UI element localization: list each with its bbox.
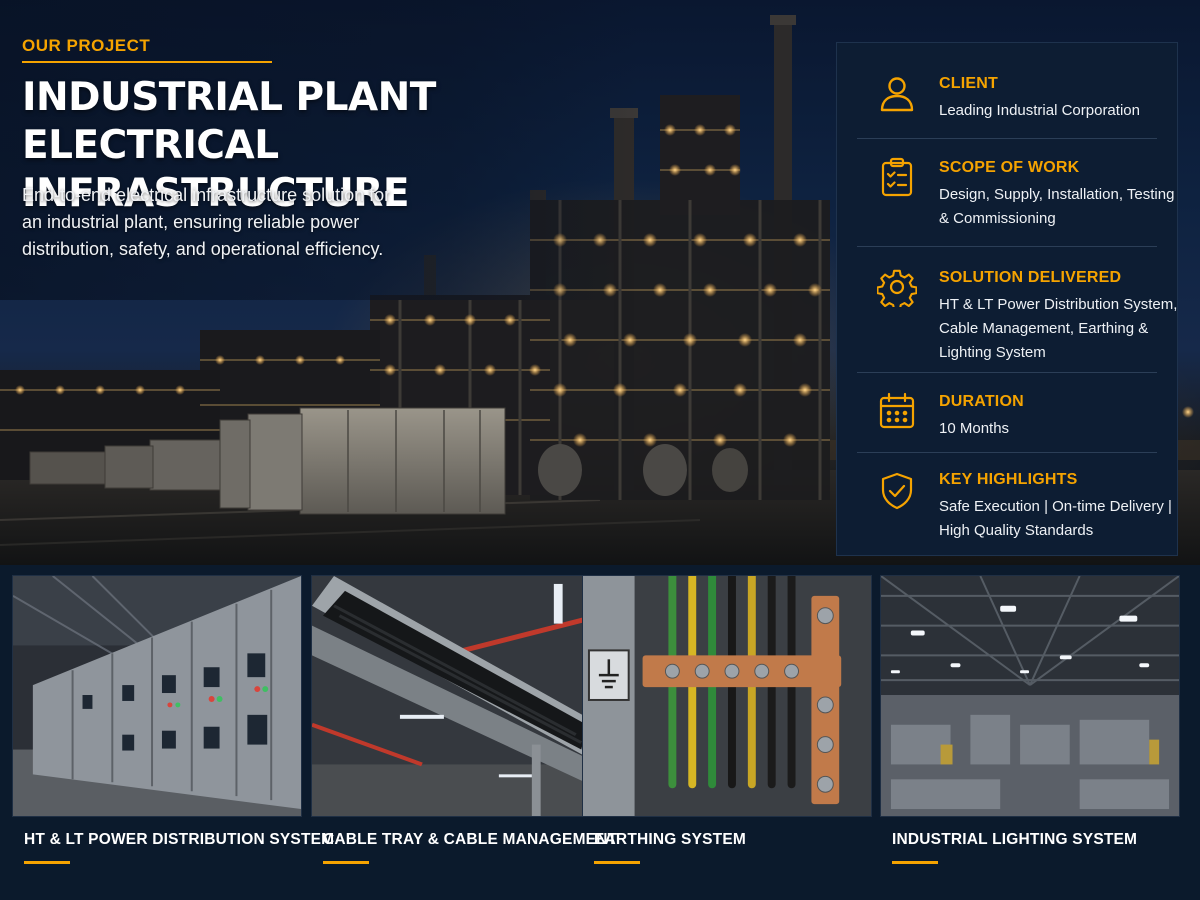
info-label-client: CLIENT <box>939 75 998 92</box>
info-value-scope-of-work: Design, Supply, Installation, Testing & … <box>939 186 1175 227</box>
project-gallery: HT & LT POWER DISTRIBUTION SYSTEM CABLE … <box>0 565 1200 900</box>
project-info-panel: CLIENT Leading Industrial Corporation SC… <box>836 42 1178 556</box>
switchgear-panels-image <box>12 575 302 817</box>
gallery-label-lighting: INDUSTRIAL LIGHTING SYSTEM <box>892 831 1138 848</box>
shield-check-icon <box>877 471 917 511</box>
page-title-line-1: INDUSTRIAL PLANT <box>22 75 436 120</box>
gallery-label-earthing: EARTHING SYSTEM <box>594 831 746 848</box>
info-value-duration: 10 Months <box>939 420 1010 437</box>
eyebrow-label: OUR PROJECT <box>22 36 151 55</box>
gallery-underline <box>594 861 640 864</box>
gallery-underline <box>323 861 369 864</box>
info-label-scope-of-work: SCOPE OF WORK <box>939 159 1080 176</box>
factory-lighting-image <box>880 575 1180 817</box>
gallery-label-cable-tray: CABLE TRAY & CABLE MANAGEMENT <box>323 831 618 848</box>
user-icon <box>877 73 917 113</box>
cable-tray-image <box>311 575 601 817</box>
info-row-scope-of-work: SCOPE OF WORK Design, Supply, Installati… <box>857 139 1174 247</box>
info-row-key-highlights: KEY HIGHLIGHTS Safe Execution | On-time … <box>857 453 1172 553</box>
info-label-duration: DURATION <box>939 393 1024 410</box>
gallery-card-lighting: INDUSTRIAL LIGHTING SYSTEM <box>880 575 1180 900</box>
gallery-card-cable-tray: CABLE TRAY & CABLE MANAGEMENT <box>311 575 617 900</box>
project-description: End-to-end electrical infrastructure sol… <box>22 185 391 259</box>
clipboard-checklist-icon <box>877 157 917 197</box>
gallery-underline <box>24 861 70 864</box>
calendar-icon <box>877 391 917 431</box>
gallery-underline <box>892 861 938 864</box>
gallery-card-earthing: EARTHING SYSTEM <box>582 575 872 900</box>
gear-icon <box>876 267 918 311</box>
info-row-client: CLIENT Leading Industrial Corporation <box>857 43 1157 139</box>
gallery-label-power-distribution: HT & LT POWER DISTRIBUTION SYSTEM <box>24 831 335 848</box>
earthing-busbar-image <box>582 575 872 817</box>
info-row-duration: DURATION 10 Months <box>857 373 1157 453</box>
info-row-solution-delivered: SOLUTION DELIVERED HT & LT Power Distrib… <box>857 247 1177 373</box>
info-label-solution-delivered: SOLUTION DELIVERED <box>939 269 1122 286</box>
info-label-key-highlights: KEY HIGHLIGHTS <box>939 471 1078 488</box>
info-value-client: Leading Industrial Corporation <box>939 102 1140 119</box>
info-value-solution-delivered: HT & LT Power Distribution System, Cable… <box>939 296 1178 361</box>
eyebrow-underline <box>22 61 272 63</box>
gallery-card-power-distribution: HT & LT POWER DISTRIBUTION SYSTEM <box>12 575 334 900</box>
info-value-key-highlights: Safe Execution | On-time Delivery | High… <box>939 498 1172 539</box>
